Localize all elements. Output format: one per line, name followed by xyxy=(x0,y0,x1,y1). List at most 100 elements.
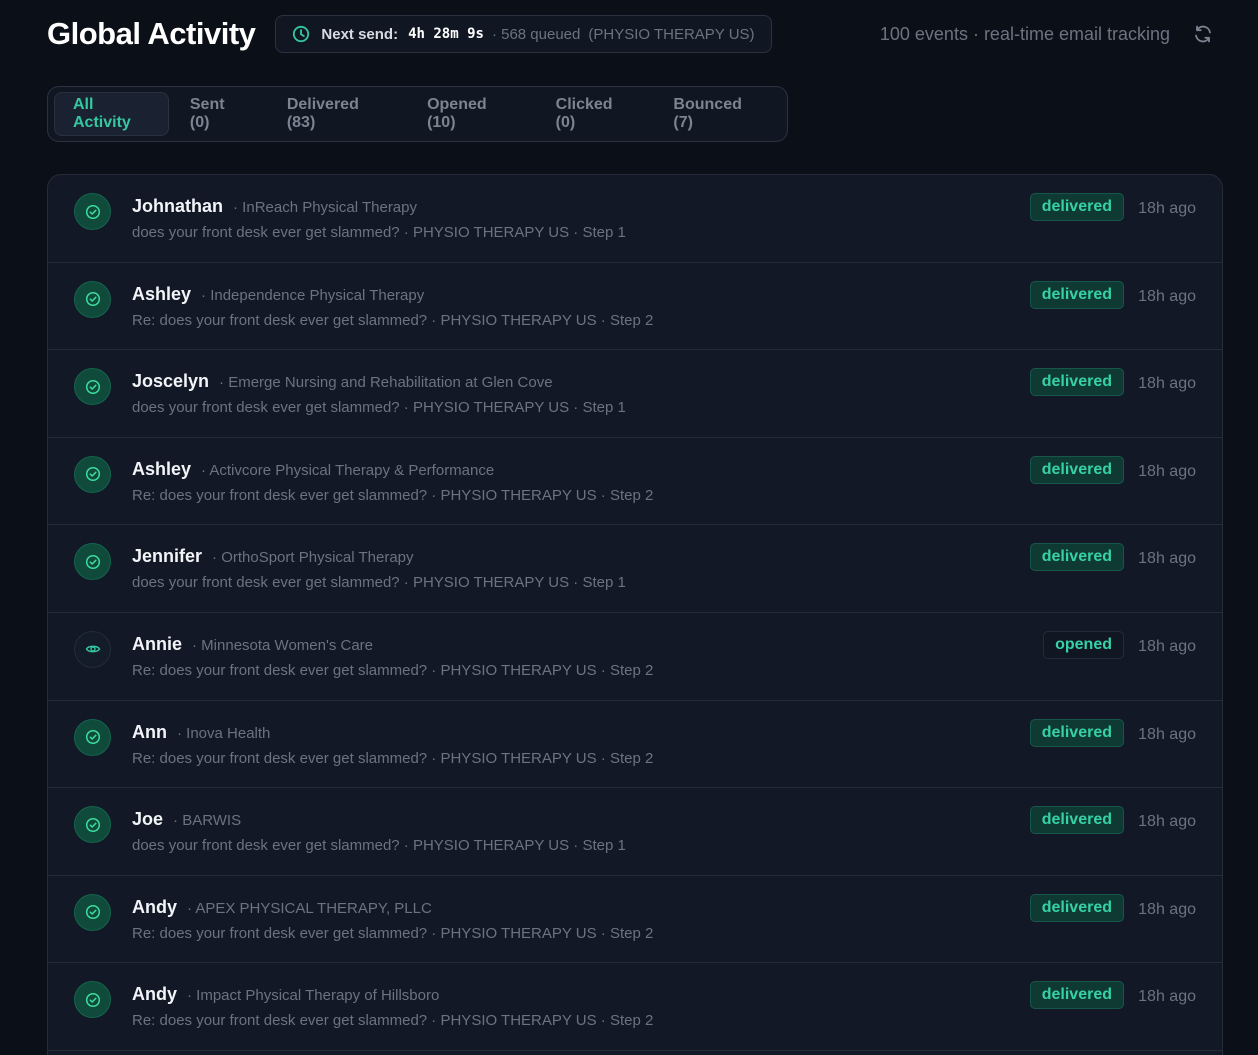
activity-page: Global Activity Next send: 4h 28m 9s · 5… xyxy=(0,0,1258,1055)
event-timestamp: 18h ago xyxy=(1138,200,1196,217)
activity-row[interactable]: Johnathan · InReach Physical Therapy does … xyxy=(48,175,1222,263)
activity-row[interactable]: Jennifer · OrthoSport Physical Therapy doe… xyxy=(48,525,1222,613)
email-subject: Re: does your front desk ever get slamme… xyxy=(132,924,654,942)
status-badge: delivered xyxy=(1029,193,1124,221)
tab-all[interactable]: All Activity xyxy=(54,92,169,136)
recipient-line: Jennifer · OrthoSport Physical Therapy xyxy=(132,546,414,567)
status-badge: delivered xyxy=(1029,455,1124,484)
recipient-name: Ashley xyxy=(132,458,192,479)
status-badge: delivered xyxy=(1029,718,1124,747)
queued-count: · 568 queued xyxy=(491,25,581,43)
event-timestamp: 18h ago xyxy=(1138,375,1196,393)
recipient-company: · Inova Health xyxy=(177,724,271,742)
recipient-name: Jennifer xyxy=(132,546,203,567)
activity-row[interactable]: Joscelyn · Emerge Nursing and Rehabilitat… xyxy=(48,350,1222,438)
check-circle-icon xyxy=(74,981,111,1019)
recipient-line: Joe · BARWIS xyxy=(132,809,241,830)
next-send-countdown: 4h 28m 9s xyxy=(408,26,484,42)
page-header: Global Activity Next send: 4h 28m 9s · 5… xyxy=(47,14,1217,54)
activity-row[interactable]: Ashley · Activcore Physical Therapy & Per… xyxy=(48,438,1222,526)
filter-tabs: All Activity Sent (0) Delivered (83) Opened… xyxy=(47,86,788,142)
event-timestamp: 18h ago xyxy=(1138,900,1196,918)
check-circle-icon xyxy=(74,193,111,230)
status-badge: opened xyxy=(1043,630,1124,659)
activity-row[interactable]: Andy · APEX PHYSICAL THERAPY, PLLC Re: doe… xyxy=(48,876,1222,964)
recipient-company: · Minnesota Women's Care xyxy=(192,636,374,654)
recipient-line: Andy · Impact Physical Therapy of Hillsbo… xyxy=(132,984,439,1005)
email-subject: Re: does your front desk ever get slamme… xyxy=(132,486,654,504)
recipient-name: Ashley xyxy=(132,283,192,304)
status-badge: delivered xyxy=(1029,280,1124,309)
recipient-line: Ashley · Activcore Physical Therapy & Per… xyxy=(132,459,494,480)
recipient-company: · Impact Physical Therapy of Hillsboro xyxy=(187,987,440,1005)
check-circle-icon xyxy=(74,893,111,931)
next-send-label: Next send: xyxy=(321,25,399,43)
event-timestamp: 18h ago xyxy=(1138,550,1196,568)
activity-row[interactable]: Andy · Impact Physical Therapy of Hillsbo… xyxy=(48,963,1222,1051)
refresh-icon[interactable] xyxy=(1192,23,1214,45)
recipient-company: · OrthoSport Physical Therapy xyxy=(212,549,414,567)
recipient-company: · Emerge Nursing and Rehabilitation at G… xyxy=(219,374,553,392)
check-circle-icon xyxy=(74,718,111,756)
event-timestamp: 18h ago xyxy=(1138,725,1196,743)
status-badge: delivered xyxy=(1029,543,1124,572)
status-badge: delivered xyxy=(1029,368,1124,397)
tab-clicked[interactable]: Clicked (0) xyxy=(535,92,653,136)
activity-row[interactable]: Ann · Inova Health Re: does your front des… xyxy=(48,701,1222,789)
eye-icon xyxy=(74,630,111,668)
recipient-company: · BARWIS xyxy=(173,812,242,830)
tab-sent[interactable]: Sent (0) xyxy=(169,92,266,136)
recipient-name: Annie xyxy=(132,633,183,654)
tab-opened[interactable]: Opened (10) xyxy=(406,92,535,136)
recipient-name: Andy xyxy=(132,896,177,917)
event-timestamp: 18h ago xyxy=(1138,637,1196,655)
activity-row[interactable]: Joe · BARWIS does your front desk ever get… xyxy=(48,788,1222,876)
event-timestamp: 18h ago xyxy=(1138,462,1196,480)
recipient-name: Joscelyn xyxy=(132,371,210,392)
check-circle-icon xyxy=(74,543,111,581)
recipient-company: · InReach Physical Therapy xyxy=(233,199,417,216)
recipient-company: · Independence Physical Therapy xyxy=(201,286,425,304)
email-subject: Re: does your front desk ever get slamme… xyxy=(132,661,654,679)
recipient-company: · APEX PHYSICAL THERAPY, PLLC xyxy=(187,899,432,917)
event-timestamp: 18h ago xyxy=(1138,287,1196,305)
activity-row[interactable]: Ashley · Independence Physical Therapy Re:… xyxy=(48,263,1222,351)
email-subject: Re: does your front desk ever get slamme… xyxy=(132,311,654,329)
events-summary: 100 events · real-time email tracking xyxy=(879,23,1170,44)
email-subject: Re: does your front desk ever get slamme… xyxy=(132,749,654,767)
recipient-line: Andy · APEX PHYSICAL THERAPY, PLLC xyxy=(132,897,432,918)
campaign-name: (PHYSIO THERAPY US) xyxy=(588,25,755,43)
email-subject: does your front desk ever get slammed? ·… xyxy=(132,399,626,417)
recipient-line: Ann · Inova Health xyxy=(132,722,270,743)
clock-icon xyxy=(292,25,310,43)
activity-row[interactable]: Annie · Minnesota Women's Care Re: does yo… xyxy=(48,613,1222,701)
email-subject: does your front desk ever get slammed? ·… xyxy=(132,837,626,855)
email-subject: does your front desk ever get slammed? ·… xyxy=(132,224,626,241)
recipient-company: · Activcore Physical Therapy & Performan… xyxy=(201,461,495,479)
header-meta: 100 events · real-time email tracking xyxy=(880,23,1217,45)
tab-bounced[interactable]: Bounced (7) xyxy=(652,92,781,136)
recipient-line: Annie · Minnesota Women's Care xyxy=(132,634,373,655)
check-circle-icon xyxy=(74,280,111,318)
check-circle-icon xyxy=(74,368,111,406)
recipient-line: Ashley · Independence Physical Therapy xyxy=(132,284,424,305)
status-badge: delivered xyxy=(1029,981,1124,1010)
recipient-line: Johnathan · InReach Physical Therapy xyxy=(132,196,417,217)
recipient-name: Joe xyxy=(132,809,164,830)
recipient-name: Andy xyxy=(132,984,177,1005)
page-title: Global Activity xyxy=(47,16,256,51)
recipient-line: Joscelyn · Emerge Nursing and Rehabilitat… xyxy=(132,371,553,392)
email-subject: Re: does your front desk ever get slamme… xyxy=(132,1012,654,1030)
email-subject: does your front desk ever get slammed? ·… xyxy=(132,574,626,592)
recipient-name: Johnathan xyxy=(132,196,224,216)
recipient-name: Ann xyxy=(132,721,167,742)
status-badge: delivered xyxy=(1029,806,1124,835)
next-send-indicator: Next send: 4h 28m 9s · 568 queued (PHYSI… xyxy=(275,15,772,53)
status-badge: delivered xyxy=(1029,893,1124,922)
check-circle-icon xyxy=(74,806,111,844)
event-timestamp: 18h ago xyxy=(1138,813,1196,831)
tab-delivered[interactable]: Delivered (83) xyxy=(266,92,406,136)
check-circle-icon xyxy=(74,455,111,493)
activity-list: Johnathan · InReach Physical Therapy does … xyxy=(47,174,1223,1055)
event-timestamp: 18h ago xyxy=(1138,988,1196,1006)
